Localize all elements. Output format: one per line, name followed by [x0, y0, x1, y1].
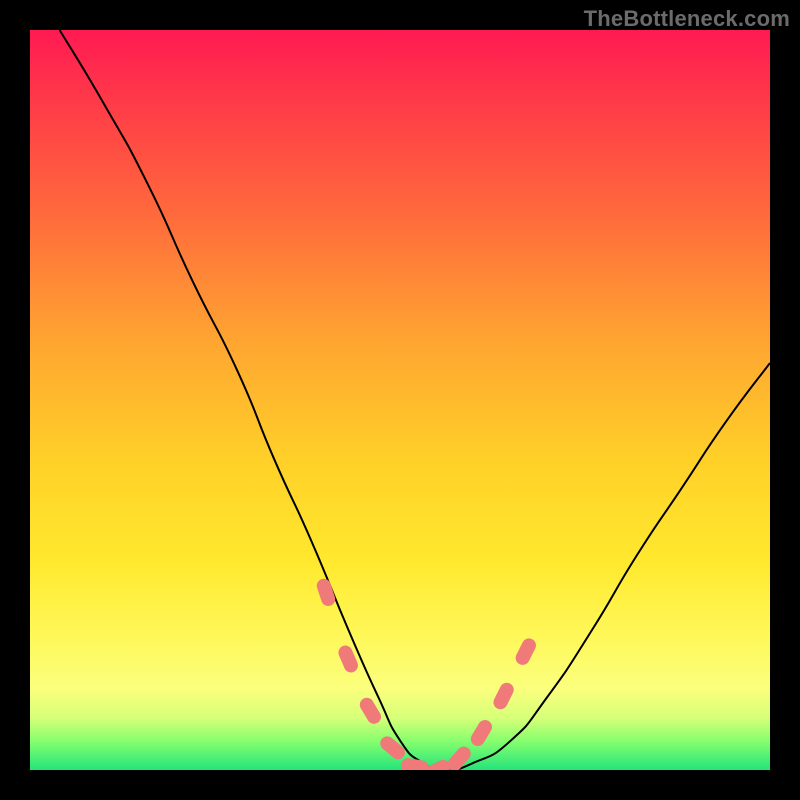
highlight-dot [455, 754, 464, 765]
highlight-dot [345, 653, 351, 666]
bottleneck-curve [60, 30, 770, 770]
highlight-dot [523, 645, 529, 658]
chart-svg [30, 30, 770, 770]
highlight-dot [500, 690, 506, 703]
highlight-dot [367, 705, 374, 717]
highlight-dot [478, 727, 485, 739]
highlight-dot [324, 586, 328, 599]
highlight-dot [408, 765, 422, 767]
highlight-dot [431, 767, 444, 770]
chart-plot-area [30, 30, 770, 770]
highlight-dot [387, 743, 398, 752]
highlight-dots [324, 586, 529, 770]
watermark-text: TheBottleneck.com [584, 6, 790, 32]
